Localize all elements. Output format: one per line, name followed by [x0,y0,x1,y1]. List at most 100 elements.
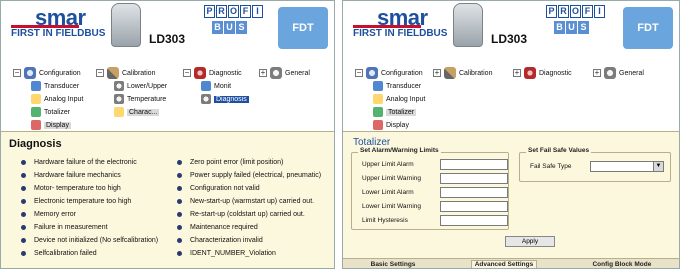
field-label: Limit Hysteresis [362,217,408,224]
configuration-icon [24,67,36,79]
display-icon [31,120,41,130]
tree-temperature[interactable]: Temperature [114,94,166,104]
diagnosis-item: Electronic temperature too high [21,198,158,205]
device-model: LD303 [491,32,528,46]
tree-transducer[interactable]: Transducer [31,81,79,91]
totalizer-panel: Totalizer Set Alarm/Warning Limits Upper… [343,131,679,268]
totalizer-icon [31,107,41,117]
diagnosis-text: Electronic temperature too high [34,198,132,205]
tree-diagnostic[interactable]: + Diagnostic [513,67,572,79]
profi-letter: F [240,5,251,18]
limit-hysteresis-input[interactable] [440,215,508,226]
diagnosis-item: Selfcalibration failed [21,250,158,257]
diagnosis-item: New-start-up (warmstart up) carried out. [177,198,321,205]
tree-configuration[interactable]: − Configuration [355,67,423,79]
alarm-limits-group: Set Alarm/Warning Limits Upper Limit Ala… [351,147,509,230]
expand-toggle[interactable]: + [433,69,441,77]
fail-safe-type-select[interactable]: ▼ [590,161,664,172]
profibus-logo: P R O F I B U S [204,5,266,39]
tree-label: Transducer [44,82,80,90]
tree-totalizer[interactable]: Totalizer [31,107,70,117]
tree-label: Diagnosis [214,95,249,103]
profibus-logo: P R O F I B U S [546,5,608,39]
diagnosis-item: Hardware failure mechanics [21,172,158,179]
tab-basic-settings[interactable]: Basic Settings [371,261,416,268]
tree-label: Diagnostic [209,69,242,77]
diagnosis-text: Motor- temperature too high [34,185,121,192]
tree-monit[interactable]: Monit [201,81,231,91]
expand-toggle[interactable]: + [593,69,601,77]
bullet-icon [21,251,26,256]
apply-button[interactable]: Apply [505,236,555,247]
expand-toggle[interactable]: + [259,69,267,77]
tree-charac[interactable]: Charac... [114,107,160,117]
diagnosis-item: IDENT_NUMBER_Violation [177,250,321,257]
tree-label: General [285,69,310,77]
tree-lower-upper[interactable]: Lower/Upper [114,81,167,91]
diagnosis-text: Configuration not valid [190,185,260,192]
diagnosis-text: Failure in measurement [34,224,108,231]
tree-display[interactable]: Display [31,120,71,130]
diagnosis-text: Hardware failure of the electronic [34,159,137,166]
bus-letter: B [554,21,565,34]
navigation-tree: − Configuration Transducer Analog Input … [1,59,334,131]
lower-limit-alarm-input[interactable] [440,187,508,198]
diagnosis-item: Device not initialized (No selfcalibrati… [21,237,158,244]
diagnosis-item: Maintenance required [177,224,321,231]
bullet-icon [21,212,26,217]
upper-limit-alarm-input[interactable] [440,159,508,170]
diagnosis-item: Power supply failed (electrical, pneumat… [177,172,321,179]
right-window: smar FIRST IN FIELDBUS LD303 P R O F I B… [342,0,680,269]
general-icon [604,67,616,79]
diagnosis-text: Power supply failed (electrical, pneumat… [190,172,322,179]
bullet-icon [177,225,182,230]
diagnostic-icon [194,67,206,79]
transducer-icon [373,81,383,91]
bus-letter: S [236,21,247,34]
tree-label: Configuration [39,69,81,77]
tree-configuration[interactable]: − Configuration [13,67,81,79]
lower-limit-warning-input[interactable] [440,201,508,212]
bullet-icon [177,186,182,191]
collapse-toggle[interactable]: − [96,69,104,77]
monit-icon [201,81,211,91]
tab-config-block-mode[interactable]: Config Block Mode [592,261,651,268]
lower-upper-icon [114,81,124,91]
collapse-toggle[interactable]: − [183,69,191,77]
analog-input-icon [373,94,383,104]
bullet-icon [21,225,26,230]
tree-display[interactable]: Display [373,120,409,130]
tree-general[interactable]: + General [593,67,644,79]
totalizer-icon [373,107,383,117]
expand-toggle[interactable]: + [513,69,521,77]
fail-safe-group: Set Fail Safe Values Fail Safe Type ▼ [519,147,671,182]
tree-calibration[interactable]: + Calibration [433,67,492,79]
field-label: Fail Safe Type [530,163,572,170]
upper-limit-warning-input[interactable] [440,173,508,184]
tree-general[interactable]: + General [259,67,310,79]
chevron-down-icon[interactable]: ▼ [653,162,663,171]
field-label: Upper Limit Alarm [362,161,414,168]
bullet-icon [21,199,26,204]
field-label: Lower Limit Alarm [362,189,414,196]
diagnosis-text: Hardware failure mechanics [34,172,121,179]
collapse-toggle[interactable]: − [13,69,21,77]
profi-letter: F [582,5,593,18]
diagnosis-list-right: Zero point error (limit position) Power … [177,159,321,263]
collapse-toggle[interactable]: − [355,69,363,77]
bus-letter: U [224,21,235,34]
tree-analog-input[interactable]: Analog Input [31,94,83,104]
diagnosis-item: Hardware failure of the electronic [21,159,158,166]
tree-label: Analog Input [44,95,84,103]
tree-analog-input[interactable]: Analog Input [373,94,425,104]
tree-diagnosis[interactable]: Diagnosis [201,94,249,104]
tab-advanced-settings[interactable]: Advanced Settings [470,260,538,268]
configuration-icon [366,67,378,79]
tree-totalizer[interactable]: Totalizer [373,107,417,117]
tree-diagnostic[interactable]: − Diagnostic [183,67,242,79]
tree-transducer[interactable]: Transducer [373,81,421,91]
diagnosis-text: Zero point error (limit position) [190,159,284,166]
diagnosis-item: Motor- temperature too high [21,185,158,192]
profi-letter: R [558,5,569,18]
tree-calibration[interactable]: − Calibration [96,67,155,79]
